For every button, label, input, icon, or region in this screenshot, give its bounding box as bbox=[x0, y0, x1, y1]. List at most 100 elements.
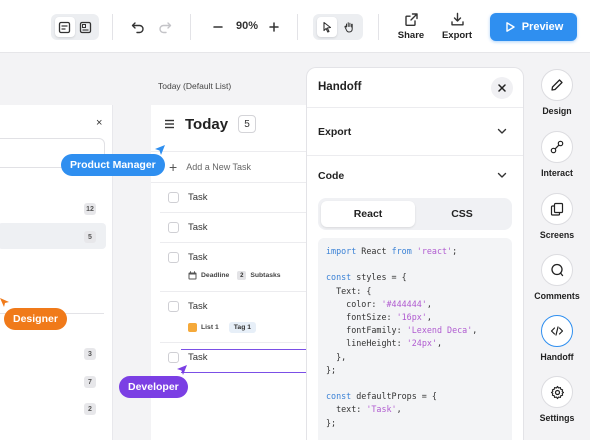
toolbar-divider bbox=[190, 14, 191, 40]
task-checkbox[interactable] bbox=[168, 192, 179, 203]
screens-icon-wrap bbox=[541, 193, 573, 225]
task-header: Today 5 bbox=[164, 115, 257, 133]
task-row[interactable]: Task Deadline 2 Subtasks bbox=[160, 243, 311, 292]
share-icon bbox=[404, 13, 418, 26]
collaborator-tag-designer: Designer bbox=[4, 308, 67, 330]
add-task-button[interactable]: + Add a New Task bbox=[151, 151, 311, 183]
collaborator-tag-product-manager: Product Manager bbox=[61, 154, 165, 176]
task-row[interactable]: Task bbox=[160, 213, 311, 243]
zoom-in-button[interactable] bbox=[264, 17, 284, 37]
sidebar-item-screens[interactable]: Screens bbox=[524, 193, 590, 240]
right-sidebar: Design Interact Screens Comments Handoff… bbox=[524, 53, 590, 440]
zoom-out-button[interactable] bbox=[208, 17, 228, 37]
undo-icon bbox=[131, 22, 144, 34]
play-icon bbox=[506, 22, 515, 32]
selection-outline bbox=[181, 349, 309, 373]
add-task-label: Add a New Task bbox=[186, 162, 252, 172]
divider bbox=[307, 107, 523, 108]
count-badge: 7 bbox=[84, 376, 96, 388]
code-snippet[interactable]: import React from 'react'; const styles … bbox=[318, 238, 512, 440]
tag-chip[interactable]: Tag 1 bbox=[228, 322, 257, 333]
task-name: Task bbox=[188, 301, 208, 312]
interact-icon-wrap bbox=[541, 131, 573, 163]
sidebar-item-label: Comments bbox=[534, 291, 580, 301]
task-meta: Deadline 2 Subtasks bbox=[188, 271, 281, 280]
tab-react[interactable]: React bbox=[321, 201, 415, 227]
export-section-header[interactable]: Export bbox=[318, 126, 351, 138]
download-icon bbox=[450, 12, 464, 26]
sidebar-item-comments[interactable]: Comments bbox=[524, 254, 590, 301]
sidebar-item-handoff[interactable]: Handoff bbox=[524, 315, 590, 362]
chevron-down-icon[interactable] bbox=[497, 172, 507, 179]
share-button[interactable]: Share bbox=[391, 12, 431, 41]
subtasks-label: Subtasks bbox=[250, 272, 281, 279]
handoff-panel: Handoff Export Code React CSS import Rea… bbox=[306, 67, 524, 440]
sidebar-item-label: Settings bbox=[539, 413, 575, 423]
code-icon bbox=[550, 326, 564, 336]
list-label: List 1 bbox=[201, 324, 219, 331]
code-section-header[interactable]: Code bbox=[318, 170, 344, 182]
cursor-arrow-icon bbox=[0, 298, 9, 307]
count-badge: 3 bbox=[84, 348, 96, 360]
task-meta: List 1 Tag 1 bbox=[188, 322, 257, 333]
select-tool-button[interactable] bbox=[317, 17, 337, 37]
calendar-icon bbox=[188, 271, 197, 280]
cursor-arrow-icon bbox=[177, 365, 187, 375]
settings-icon-wrap bbox=[541, 376, 573, 408]
subtask-count: 2 bbox=[237, 271, 247, 280]
redo-button[interactable] bbox=[155, 17, 175, 37]
task-list-title: Today bbox=[185, 115, 229, 133]
share-label: Share bbox=[397, 30, 425, 41]
comments-icon-wrap bbox=[541, 254, 573, 286]
task-checkbox[interactable] bbox=[168, 252, 179, 263]
task-name: Task bbox=[188, 252, 208, 263]
code-language-tabs: React CSS bbox=[318, 198, 512, 230]
task-checkbox[interactable] bbox=[168, 301, 179, 312]
count-badge: 5 bbox=[84, 231, 96, 243]
tab-css[interactable]: CSS bbox=[415, 201, 509, 227]
preview-button[interactable]: Preview bbox=[490, 13, 577, 41]
cursor-arrow-icon bbox=[155, 145, 165, 155]
view-mode-toggle bbox=[51, 14, 99, 40]
redo-icon bbox=[159, 22, 172, 34]
undo-button[interactable] bbox=[128, 17, 148, 37]
toolbar-divider bbox=[378, 14, 379, 40]
handoff-icon-wrap bbox=[541, 315, 573, 347]
close-icon[interactable]: × bbox=[96, 117, 102, 129]
task-row[interactable]: Task List 1 Tag 1 bbox=[160, 292, 311, 343]
task-checkbox[interactable] bbox=[168, 222, 179, 233]
sidebar-item-interact[interactable]: Interact bbox=[524, 131, 590, 178]
layout-icon bbox=[58, 21, 71, 33]
hand-tool-button[interactable] bbox=[339, 17, 359, 37]
minus-icon bbox=[213, 26, 223, 28]
export-button[interactable]: Export bbox=[437, 12, 477, 41]
preview-label: Preview bbox=[521, 21, 564, 33]
chevron-down-icon[interactable] bbox=[497, 128, 507, 135]
wireframe-icon bbox=[79, 21, 92, 33]
task-row[interactable]: Task bbox=[160, 183, 311, 213]
sidebar-item-settings[interactable]: Settings bbox=[524, 376, 590, 423]
divider bbox=[307, 155, 523, 156]
list-color-swatch bbox=[188, 323, 197, 332]
plus-icon: + bbox=[169, 159, 178, 175]
task-count-badge: 5 bbox=[238, 115, 257, 133]
design-icon-wrap bbox=[541, 69, 573, 101]
pointer-icon bbox=[323, 21, 332, 33]
count-badge: 12 bbox=[84, 203, 96, 215]
layout-view-button[interactable] bbox=[54, 17, 75, 37]
settings-icon bbox=[550, 385, 564, 399]
toolbar-divider bbox=[297, 14, 298, 40]
close-button[interactable] bbox=[491, 77, 513, 99]
menu-icon[interactable] bbox=[164, 119, 175, 129]
count-badge: 2 bbox=[84, 403, 96, 415]
task-name: Task bbox=[188, 222, 208, 233]
zoom-level: 90% bbox=[236, 20, 259, 32]
task-name: Task bbox=[188, 192, 208, 203]
toolbar-divider bbox=[112, 14, 113, 40]
pen-icon bbox=[551, 79, 563, 91]
sidebar-item-design[interactable]: Design bbox=[524, 69, 590, 116]
wireframe-view-button[interactable] bbox=[76, 17, 96, 37]
plus-icon bbox=[269, 22, 279, 32]
tool-toggle bbox=[313, 14, 363, 40]
task-checkbox[interactable] bbox=[168, 352, 179, 363]
